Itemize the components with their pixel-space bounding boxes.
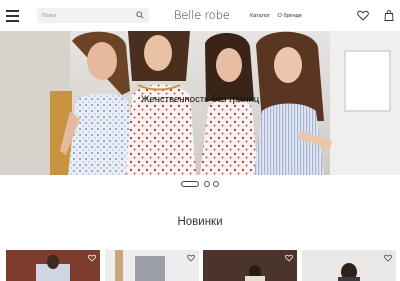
slider-dot-2[interactable] xyxy=(204,181,210,187)
product-image xyxy=(105,250,199,281)
slider-dot-3[interactable] xyxy=(213,181,219,187)
hero-banner[interactable]: Женственность без границ xyxy=(0,31,400,175)
heart-icon[interactable] xyxy=(384,254,392,262)
slider-dot-1[interactable] xyxy=(181,181,199,187)
product-card[interactable] xyxy=(203,250,297,281)
product-image xyxy=(6,250,100,281)
site-header: Belle robe Каталог О бренде xyxy=(0,0,400,31)
search-icon[interactable] xyxy=(136,11,144,19)
heart-icon[interactable] xyxy=(285,254,293,262)
nav-catalog-link[interactable]: Каталог xyxy=(250,13,270,19)
product-card[interactable] xyxy=(302,250,396,281)
product-card[interactable] xyxy=(6,250,100,281)
product-grid xyxy=(0,250,400,281)
search-input[interactable] xyxy=(42,10,132,21)
product-image xyxy=(302,250,396,281)
new-arrivals-title: Новинки xyxy=(177,216,223,228)
product-image xyxy=(203,250,297,281)
heart-icon[interactable] xyxy=(88,254,96,262)
brand-logo[interactable]: Belle robe xyxy=(174,8,230,22)
heart-icon[interactable] xyxy=(357,10,369,21)
menu-icon[interactable] xyxy=(6,10,19,22)
product-card[interactable] xyxy=(105,250,199,281)
bag-icon[interactable] xyxy=(384,10,394,21)
search-box xyxy=(37,8,149,23)
main-nav: Каталог О бренде xyxy=(250,13,308,19)
heart-icon[interactable] xyxy=(187,254,195,262)
hero-caption: Женственность без границ xyxy=(140,94,260,105)
nav-about-link[interactable]: О бренде xyxy=(278,13,302,19)
